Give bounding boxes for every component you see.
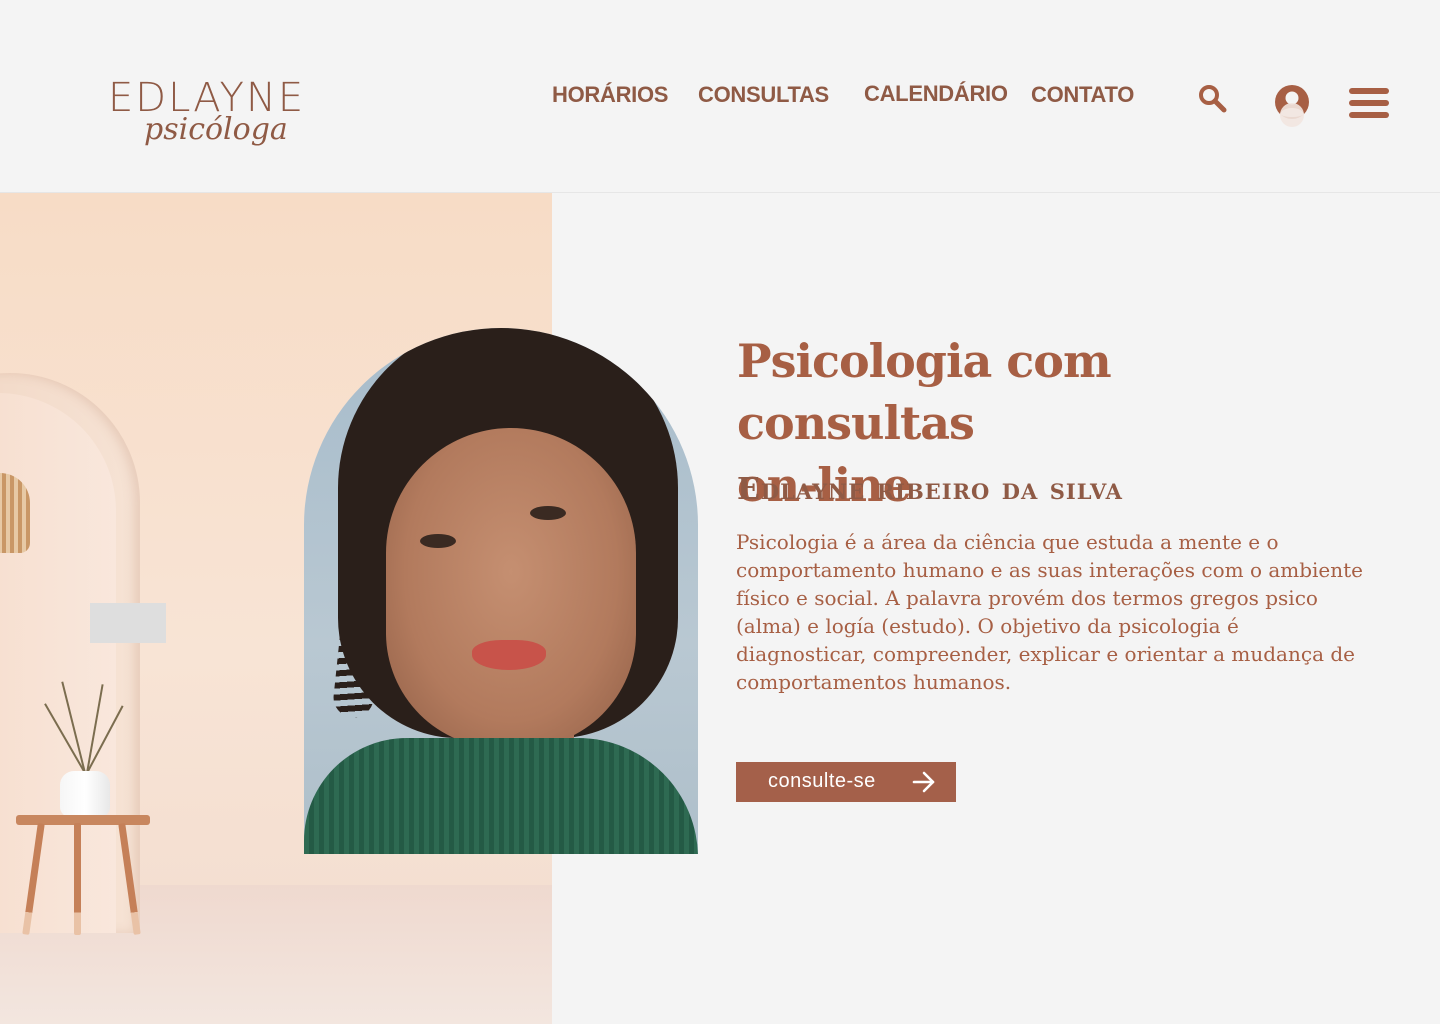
- portrait-lips: [472, 640, 546, 670]
- hamburger-menu-icon[interactable]: [1348, 86, 1390, 124]
- site-header: EDLAYNE psicóloga HORÁRIOS CONSULTAS CAL…: [0, 0, 1440, 193]
- user-avatar-icon[interactable]: [1274, 84, 1310, 132]
- portrait-face: [386, 428, 636, 748]
- nav-horarios[interactable]: HORÁRIOS: [552, 82, 668, 108]
- cta-label: consulte-se: [768, 770, 876, 792]
- arrow-right-icon: [912, 770, 936, 798]
- consulte-se-button[interactable]: consulte-se: [736, 762, 956, 802]
- search-icon[interactable]: [1198, 84, 1228, 118]
- side-table-top: [16, 815, 150, 825]
- wall-arch-inner: [0, 393, 116, 933]
- portrait-sweater: [304, 738, 698, 854]
- brand-logo[interactable]: EDLAYNE psicóloga: [108, 76, 308, 160]
- hero-description: Psicologia é a área da ciência que estud…: [736, 530, 1364, 694]
- image-placeholder: [90, 603, 166, 643]
- hero-title-line1: Psicologia com consultas: [737, 334, 1112, 450]
- portrait-eye: [530, 506, 566, 520]
- portrait-eye: [420, 534, 456, 548]
- logo-subtitle: psicóloga: [144, 112, 288, 147]
- vase: [60, 771, 110, 817]
- nav-contato[interactable]: CONTATO: [1031, 82, 1134, 108]
- table-leg: [74, 823, 81, 935]
- nav-calendario[interactable]: CALENDÁRIO: [864, 81, 1008, 107]
- portrait-photo: [304, 328, 698, 854]
- psychologist-name: Edlayne ribeiro da silva: [737, 472, 1123, 507]
- nav-consultas[interactable]: CONSULTAS: [698, 82, 829, 108]
